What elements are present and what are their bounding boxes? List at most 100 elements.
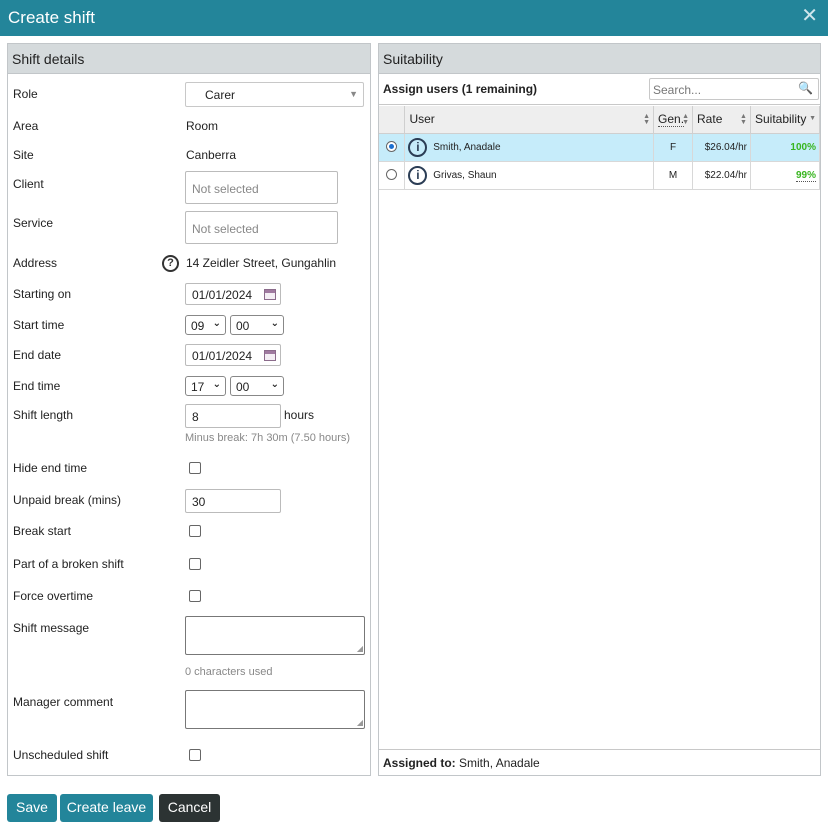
role-select[interactable]: Carer ▼: [185, 82, 364, 107]
starting-on-date-field[interactable]: 01/01/2024: [185, 283, 281, 305]
chevron-down-icon: ⌄: [212, 318, 221, 329]
end-date-field[interactable]: 01/01/2024: [185, 344, 281, 366]
suitability-panel: Suitability Assign users (1 remaining) S…: [378, 43, 821, 776]
resize-grip-icon[interactable]: ◢: [357, 645, 363, 653]
dialog-titlebar: Create shift ✕: [0, 0, 828, 36]
shift-message-hint: 0 characters used: [185, 666, 273, 678]
assigned-to-value: Smith, Anadale: [459, 756, 540, 770]
user-name: Grivas, Shaun: [433, 169, 497, 181]
user-column-header[interactable]: User ▲ ▼: [404, 106, 655, 134]
shift-length-value: 8: [192, 410, 199, 424]
starting-on-value: 01/01/2024: [192, 288, 253, 302]
broken-shift-label: Part of a broken shift: [13, 557, 124, 571]
manager-comment-label: Manager comment: [13, 695, 114, 709]
gen-column-label: Gen.: [658, 112, 685, 128]
chevron-down-icon: ⌄: [270, 318, 279, 329]
break-start-checkbox[interactable]: [189, 525, 201, 537]
sort-desc-icon[interactable]: ▼: [809, 115, 816, 122]
search-placeholder: Search...: [653, 83, 702, 97]
end-hour-select[interactable]: 17 ⌄: [185, 376, 226, 396]
user-rate: $26.04/hr: [692, 133, 751, 162]
end-hour-value: 17: [191, 380, 205, 394]
broken-shift-checkbox[interactable]: [189, 558, 201, 570]
user-radio[interactable]: [386, 141, 398, 153]
user-radio[interactable]: [386, 169, 398, 181]
starting-on-label: Starting on: [13, 287, 72, 301]
create-leave-button[interactable]: Create leave: [60, 794, 153, 822]
calendar-icon[interactable]: [264, 350, 276, 361]
client-label: Client: [13, 177, 44, 191]
unscheduled-shift-checkbox[interactable]: [189, 749, 201, 761]
end-minute-select[interactable]: 00 ⌄: [230, 376, 284, 396]
user-gender: M: [653, 161, 694, 190]
address-label: Address: [13, 256, 58, 270]
suitability-column-header[interactable]: Suitability ▼: [750, 106, 821, 134]
rate-column-header[interactable]: Rate ▲ ▼: [692, 106, 751, 134]
hide-end-time-checkbox[interactable]: [189, 462, 201, 474]
end-date-value: 01/01/2024: [192, 349, 253, 363]
sort-icon[interactable]: ▲ ▼: [643, 113, 650, 126]
user-suitability[interactable]: 99%: [795, 169, 816, 182]
assigned-to-bar: Assigned to: Smith, Anadale: [379, 749, 820, 775]
manager-comment-textarea[interactable]: ◢: [185, 690, 365, 729]
info-icon[interactable]: i: [408, 137, 428, 157]
area-value: Room: [186, 119, 219, 133]
unpaid-break-label: Unpaid break (mins): [13, 493, 122, 507]
table-row[interactable]: i Smith, Anadale F $26.04/hr 100%: [379, 133, 821, 162]
client-field[interactable]: Not selected: [185, 171, 338, 204]
end-time-label: End time: [13, 379, 61, 393]
area-label: Area: [13, 119, 39, 133]
assign-users-bar: Assign users (1 remaining) Search... 🔍: [379, 74, 820, 105]
force-overtime-checkbox[interactable]: [189, 590, 201, 602]
user-column-label: User: [409, 112, 435, 127]
start-minute-value: 00: [236, 319, 250, 333]
select-column-header: [379, 106, 406, 134]
cancel-button[interactable]: Cancel: [159, 794, 220, 822]
shift-length-field[interactable]: 8: [185, 404, 281, 428]
end-date-label: End date: [13, 348, 62, 362]
dialog-title: Create shift: [8, 8, 95, 27]
shift-message-label: Shift message: [13, 621, 90, 635]
service-placeholder: Not selected: [192, 222, 259, 236]
hide-end-time-label: Hide end time: [13, 461, 88, 475]
unscheduled-shift-label: Unscheduled shift: [13, 748, 109, 762]
service-field[interactable]: Not selected: [185, 211, 338, 244]
calendar-icon[interactable]: [264, 289, 276, 300]
chevron-down-icon: ⌄: [270, 379, 279, 390]
end-minute-value: 00: [236, 380, 250, 394]
address-value: 14 Zeidler Street, Gungahlin: [186, 256, 337, 270]
shift-details-heading: Shift details: [8, 44, 370, 74]
suitability-heading: Suitability: [379, 44, 820, 74]
site-label: Site: [13, 148, 34, 162]
shift-details-panel: Shift details Role Carer ▼ Area Room Sit…: [7, 43, 371, 776]
force-overtime-label: Force overtime: [13, 589, 94, 603]
shift-message-textarea[interactable]: ◢: [185, 616, 365, 655]
user-suitability: 100%: [750, 133, 821, 162]
table-row[interactable]: i Grivas, Shaun M $22.04/hr 99%: [379, 161, 821, 190]
shift-length-hint: Minus break: 7h 30m (7.50 hours): [185, 432, 351, 444]
start-time-label: Start time: [13, 318, 65, 332]
info-icon[interactable]: i: [408, 165, 428, 185]
site-value: Canberra: [186, 148, 237, 162]
start-minute-select[interactable]: 00 ⌄: [230, 315, 284, 335]
user-gender: F: [653, 133, 694, 162]
service-label: Service: [13, 216, 54, 230]
sort-icon[interactable]: ▲ ▼: [740, 113, 747, 126]
assigned-to-label: Assigned to:: [383, 756, 456, 770]
role-label: Role: [13, 87, 38, 101]
sort-icon[interactable]: ▲ ▼: [682, 113, 689, 126]
help-icon[interactable]: ?: [162, 255, 179, 272]
user-search-input[interactable]: Search... 🔍: [649, 78, 819, 100]
chevron-down-icon: ▼: [349, 89, 358, 99]
user-name: Smith, Anadale: [433, 141, 501, 153]
chevron-down-icon: ⌄: [212, 379, 221, 390]
resize-grip-icon[interactable]: ◢: [357, 719, 363, 727]
gen-column-header[interactable]: Gen. ▲ ▼: [653, 106, 694, 134]
save-button[interactable]: Save: [7, 794, 57, 822]
start-hour-select[interactable]: 09 ⌄: [185, 315, 226, 335]
suitability-column-label: Suitability: [754, 112, 807, 127]
start-hour-value: 09: [191, 319, 205, 333]
close-icon[interactable]: ✕: [801, 6, 818, 26]
unpaid-break-field[interactable]: 30: [185, 489, 281, 513]
unpaid-break-value: 30: [192, 495, 206, 509]
